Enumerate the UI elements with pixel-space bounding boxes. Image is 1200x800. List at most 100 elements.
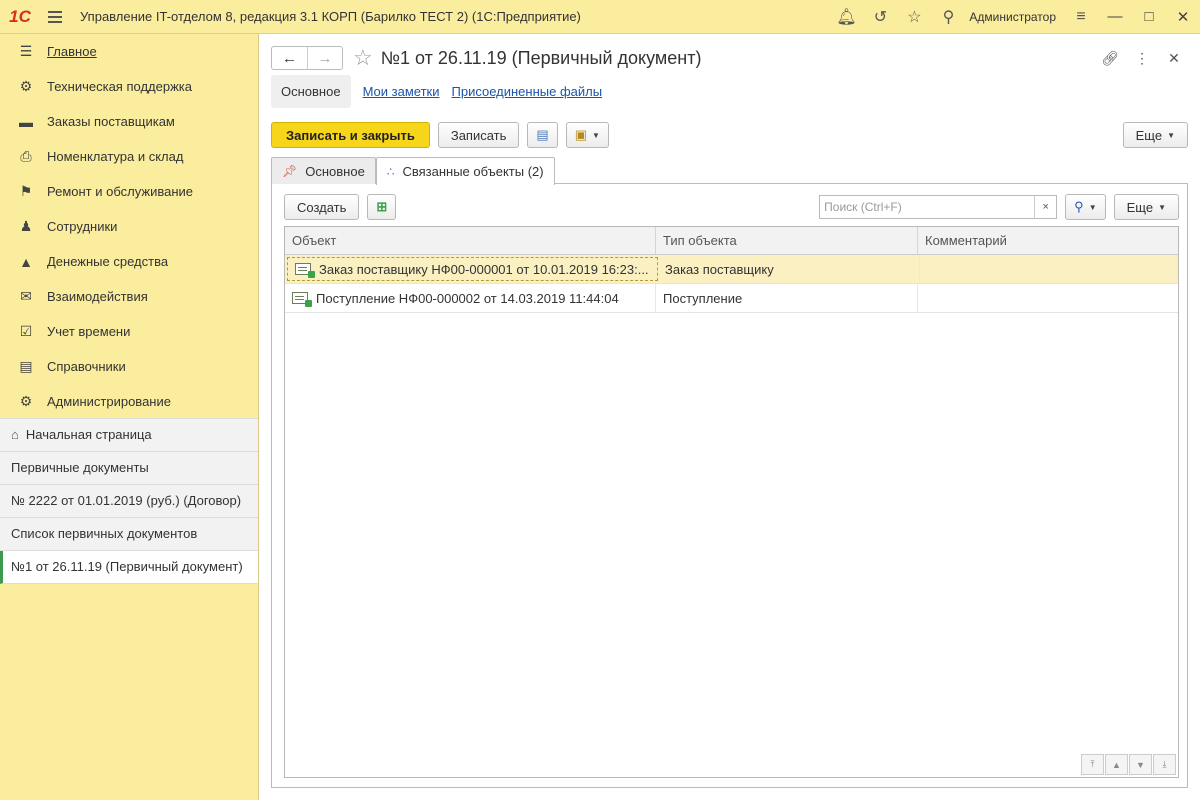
table-scroll-navigation: ⤒ ▲ ▼ ⤓ [1081, 754, 1176, 775]
create-button[interactable]: Создать [284, 194, 360, 220]
tab-my-notes[interactable]: Мои заметки [363, 75, 440, 108]
clear-search-icon[interactable]: × [1034, 196, 1056, 218]
section-administration[interactable]: ⚙ Администрирование [0, 384, 258, 419]
add-document-icon: ⊞ [376, 199, 388, 214]
chevron-down-icon: ▼ [1158, 202, 1166, 212]
scroll-first-icon[interactable]: ⤒ [1081, 754, 1104, 775]
printer-icon: ⎙ [20, 148, 32, 164]
section-catalogs[interactable]: ▤ Справочники [0, 349, 258, 384]
bell-icon[interactable]: 🔔︎ [829, 0, 863, 34]
menu-icon: ☰ [19, 43, 33, 59]
section-main[interactable]: ☰ Главное [0, 34, 258, 69]
scroll-down-icon[interactable]: ▼ [1129, 754, 1152, 775]
search-icon[interactable]: ⚲ [931, 0, 965, 34]
open-window-current[interactable]: №1 от 26.11.19 (Первичный документ) [0, 551, 258, 584]
document-icon [292, 292, 312, 307]
maximize-icon[interactable]: □ [1132, 0, 1166, 34]
table-row[interactable]: Заказ поставщику НФ00-000001 от 10.01.20… [285, 255, 1178, 284]
section-employees[interactable]: ♟ Сотрудники [0, 209, 258, 244]
history-navigation: ← → [271, 46, 343, 70]
section-repair[interactable]: ⚑ Ремонт и обслуживание [0, 174, 258, 209]
table-toolbar: Создать ⊞ × ⚲▼ Еще ▼ [284, 194, 1179, 220]
page-tab-main[interactable]: 📌︎ Основное [271, 157, 376, 184]
column-header-type[interactable]: Тип объекта [656, 227, 918, 254]
chevron-down-icon: ▼ [592, 130, 600, 140]
section-label: Номенклатура и склад [47, 149, 184, 164]
section-supplier-orders[interactable]: ▬ Заказы поставщикам [0, 104, 258, 139]
cell-object[interactable]: Поступление НФ00-000002 от 14.03.2019 11… [285, 284, 656, 312]
document-list-button[interactable]: ▤ [527, 122, 558, 148]
section-label: Заказы поставщикам [47, 114, 175, 129]
section-label: Ремонт и обслуживание [47, 184, 193, 199]
document-list-icon: ▤ [536, 127, 549, 142]
forward-arrow-icon[interactable]: → [307, 47, 342, 69]
section-label: Сотрудники [47, 219, 118, 234]
back-arrow-icon[interactable]: ← [272, 47, 307, 69]
page-tab-label: Основное [305, 163, 365, 179]
table-more-button[interactable]: Еще ▼ [1113, 194, 1179, 220]
form-header: ← → ☆ №1 от 26.11.19 (Первичный документ… [271, 40, 1188, 76]
section-label: Техническая поддержка [47, 79, 192, 94]
favorite-star-icon[interactable]: ☆ [353, 45, 373, 71]
form-navigation: Основное Мои заметки Присоединенные файл… [271, 75, 602, 108]
section-label: Главное [47, 44, 97, 59]
page-tab-related-objects[interactable]: ∴ Связанные объекты (2) [375, 157, 555, 185]
support-icon: ⚙ [19, 78, 33, 94]
search-button[interactable]: ⚲ ▼ [1065, 194, 1106, 220]
history-icon[interactable]: ↺ [863, 0, 897, 34]
column-header-object[interactable]: Объект [285, 227, 656, 254]
create-based-on-button[interactable]: ▣ ▼ [565, 122, 609, 148]
add-button[interactable]: ⊞ [367, 194, 397, 220]
document-form: ← → ☆ №1 от 26.11.19 (Первичный документ… [259, 34, 1200, 800]
tab-attached-files[interactable]: Присоединенные файлы [452, 75, 603, 108]
section-interactions[interactable]: ✉ Взаимодействия [0, 279, 258, 314]
section-label: Справочники [47, 359, 126, 374]
settings-icon[interactable]: ≡ [1064, 0, 1098, 34]
section-time-tracking[interactable]: ☑ Учет времени [0, 314, 258, 349]
scroll-last-icon[interactable]: ⤓ [1153, 754, 1176, 775]
more-button[interactable]: Еще ▼ [1122, 122, 1188, 148]
minimize-icon[interactable]: — [1098, 0, 1132, 34]
page-tabs: 📌︎ Основное ∴ Связанные объекты (2) [271, 157, 1188, 185]
section-nomenclature[interactable]: ⎙ Номенклатура и склад [0, 139, 258, 174]
open-window-home[interactable]: ⌂ Начальная страница [0, 419, 258, 452]
related-objects-panel: Создать ⊞ × ⚲▼ Еще ▼ Объект Тип объекта К… [271, 184, 1188, 788]
chevron-down-icon: ▼ [1167, 130, 1175, 140]
cell-comment[interactable] [918, 284, 1178, 312]
table-row[interactable]: Поступление НФ00-000002 от 14.03.2019 11… [285, 284, 1178, 313]
cell-type[interactable]: Заказ поставщику [658, 255, 920, 283]
more-actions-icon[interactable]: ⋮ [1128, 46, 1156, 70]
section-money[interactable]: ▲ Денежные средства [0, 244, 258, 279]
save-and-close-button[interactable]: Записать и закрыть [271, 122, 430, 148]
favorites-star-icon[interactable]: ☆ [897, 0, 931, 34]
tab-main[interactable]: Основное [271, 75, 351, 108]
main-menu-icon[interactable] [40, 0, 70, 34]
close-window-icon[interactable]: ✕ [1166, 0, 1200, 34]
more-label: Еще [1135, 127, 1163, 143]
cell-comment[interactable] [920, 255, 1178, 283]
section-label: Учет времени [47, 324, 131, 339]
title-bar: 1С Управление IT-отделом 8, редакция 3.1… [0, 0, 1200, 34]
search-field: × [819, 195, 1058, 219]
open-window-item[interactable]: Первичные документы [0, 452, 258, 485]
calendar-icon: ☑ [19, 323, 33, 339]
search-input[interactable] [820, 196, 1035, 218]
scroll-up-icon[interactable]: ▲ [1105, 754, 1128, 775]
user-name[interactable]: Администратор [965, 10, 1064, 24]
save-button[interactable]: Записать [437, 122, 520, 148]
more-label: Еще [1126, 199, 1154, 215]
cell-object[interactable]: Заказ поставщику НФ00-000001 от 10.01.20… [287, 257, 658, 281]
open-window-item[interactable]: Список первичных документов [0, 518, 258, 551]
money-bag-icon: ▲ [19, 253, 33, 270]
document-icon [295, 263, 315, 278]
app-logo: 1С [9, 6, 31, 26]
close-icon[interactable]: ✕ [1160, 46, 1188, 70]
link-icon[interactable]: 🔗︎ [1096, 46, 1124, 70]
cell-type[interactable]: Поступление [656, 284, 918, 312]
column-header-comment[interactable]: Комментарий [918, 227, 1178, 254]
section-support[interactable]: ⚙ Техническая поддержка [0, 69, 258, 104]
create-based-on-icon: ▣ [574, 127, 587, 142]
open-window-item[interactable]: № 2222 от 01.01.2019 (руб.) (Договор) [0, 485, 258, 518]
pin-icon: 📌︎ [282, 164, 298, 178]
page-title: №1 от 26.11.19 (Первичный документ) [380, 47, 702, 68]
